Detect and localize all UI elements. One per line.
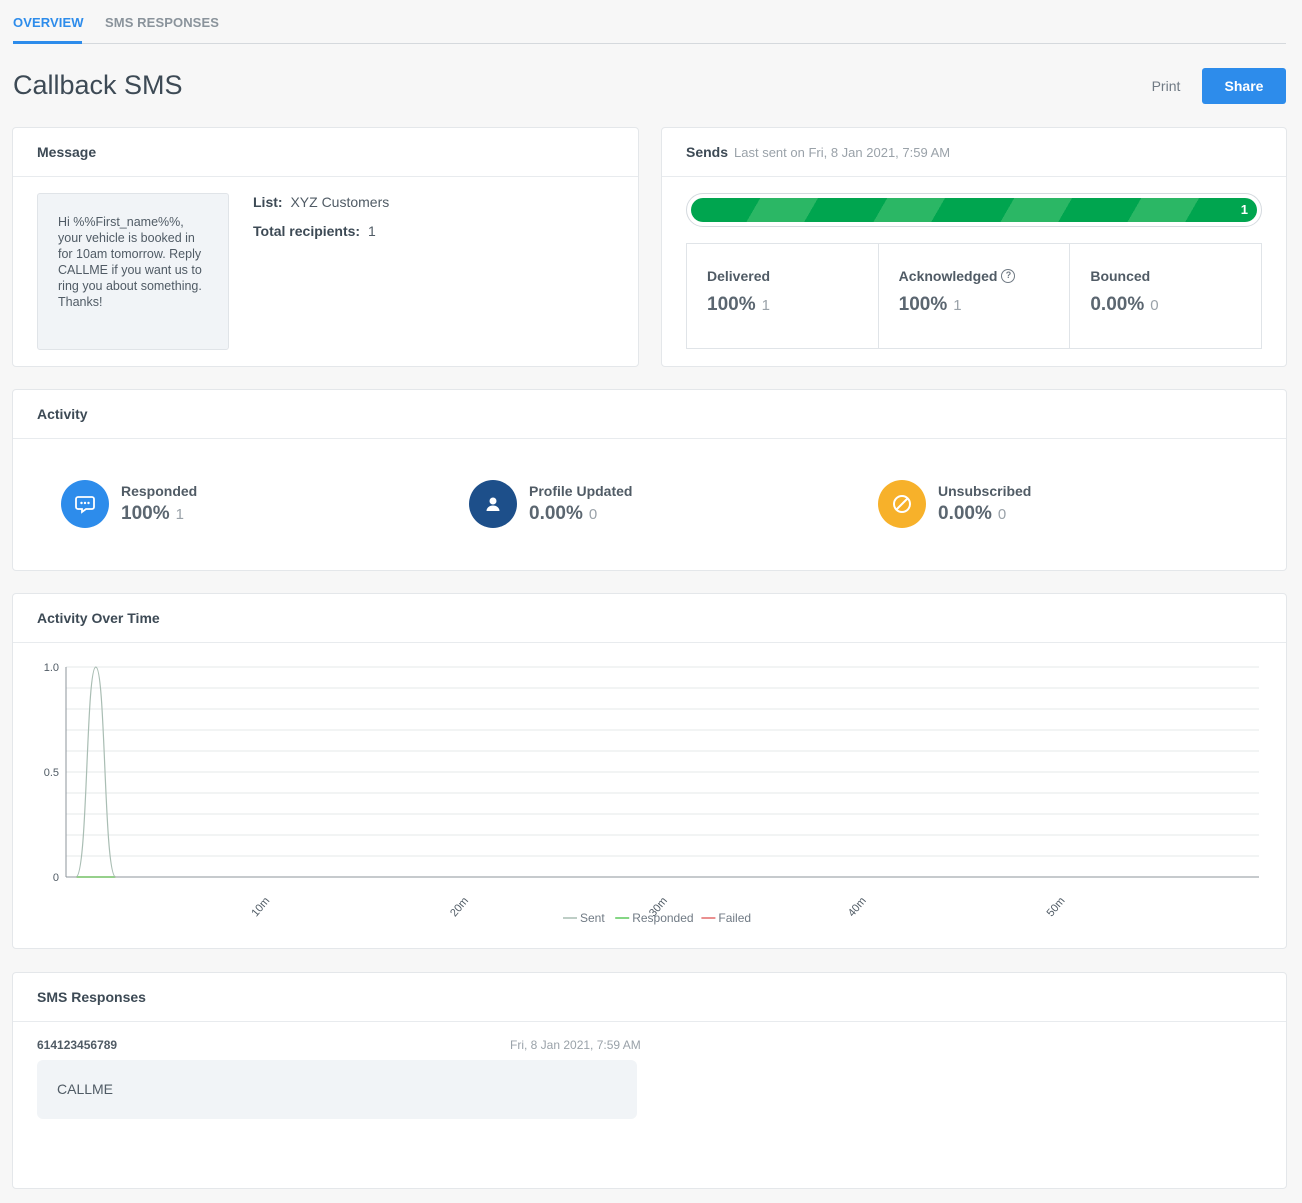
activity-label: Responded: [121, 483, 198, 499]
response-timestamp: Fri, 8 Jan 2021, 7:59 AM: [510, 1038, 641, 1052]
block-icon: [878, 480, 926, 528]
legend-label: Sent: [580, 911, 605, 925]
stat-delivered: Delivered 100% 1: [687, 244, 879, 348]
activity-count: 0: [997, 506, 1007, 523]
tab-overview[interactable]: OVERVIEW: [13, 15, 84, 30]
list-value: XYZ Customers: [290, 194, 390, 210]
chat-bubble-icon: [61, 480, 109, 528]
page-title: Callback SMS: [13, 70, 183, 100]
activity-card-title: Activity: [37, 406, 88, 422]
sends-card-header: Sends Last sent on Fri, 8 Jan 2021, 7:59 …: [662, 128, 1286, 177]
stat-label: Bounced: [1090, 268, 1151, 284]
activity-over-time-title: Activity Over Time: [37, 610, 160, 626]
recipients-row: Total recipients: 1: [253, 223, 376, 239]
tab-sms-responses[interactable]: SMS RESPONSES: [105, 15, 219, 30]
last-sent-text: Last sent on Fri, 8 Jan 2021, 7:59 AM: [734, 145, 951, 160]
sends-card-title: Sends: [686, 144, 729, 160]
message-card: Message Hi %%First_name%%, your vehicle …: [12, 127, 639, 367]
stat-label: Acknowledged: [898, 268, 998, 284]
person-icon: [469, 480, 517, 528]
legend-label: Failed: [718, 911, 751, 925]
message-card-title: Message: [37, 144, 97, 160]
activity-count: 0: [588, 506, 598, 523]
stat-count: 0: [1150, 297, 1159, 314]
response-phone-number: 614123456789: [37, 1038, 118, 1052]
response-message: CALLME: [37, 1060, 637, 1119]
stat-count: 1: [953, 297, 962, 314]
stat-label: Delivered: [707, 268, 771, 284]
stat-bounced: Bounced 0.00% 0: [1070, 244, 1261, 348]
activity-card-header: Activity: [13, 390, 1286, 439]
help-icon[interactable]: ?: [1001, 269, 1016, 283]
activity-profile-updated: Profile Updated 0.00% 0: [469, 480, 632, 528]
x-tick-label: 20m: [448, 895, 471, 919]
tab-bar: OVERVIEW SMS RESPONSES: [13, 0, 1286, 44]
activity-label: Unsubscribed: [938, 483, 1032, 499]
activity-value: 100%: [121, 503, 170, 524]
print-button[interactable]: Print: [1140, 68, 1192, 104]
activity-line-chart: 1.00.5010m 20m 30m 40m 50mSent Responded Faile…: [44, 662, 1259, 925]
legend-label: Responded: [632, 911, 693, 925]
activity-over-time-card: Activity Over Time 1.0 0.5 0 10m 20m 30m 40m 50…: [12, 593, 1287, 949]
sms-responses-title: SMS Responses: [37, 989, 146, 1005]
share-button[interactable]: Share: [1202, 68, 1286, 104]
y-tick-label: 0: [53, 872, 59, 884]
send-progress-count: 1: [1240, 202, 1248, 217]
activity-card: Activity Responded 100% 1 Profile Updated…: [12, 389, 1287, 571]
activity-value: 0.00%: [938, 503, 992, 524]
stat-value: 0.00%: [1090, 294, 1145, 315]
list-row: List: XYZ Customers: [253, 194, 389, 210]
x-tick-label: 40m: [846, 895, 869, 919]
y-tick-label: 1.0: [44, 662, 59, 674]
recipients-label: Total recipients:: [253, 223, 361, 239]
activity-value: 0.00%: [529, 503, 583, 524]
sms-responses-card: SMS Responses 614123456789 Fri, 8 Jan 20…: [12, 972, 1287, 1189]
stat-count: 1: [761, 297, 770, 314]
send-progress-fill: 1: [691, 198, 1257, 222]
message-preview: Hi %%First_name%%, your vehicle is booke…: [37, 193, 229, 350]
active-tab-indicator: [13, 41, 82, 44]
y-tick-label: 0.5: [44, 767, 59, 779]
sms-responses-header: SMS Responses: [13, 973, 1286, 1022]
activity-responded: Responded 100% 1: [61, 480, 197, 528]
stat-value: 100%: [898, 294, 948, 315]
activity-label: Profile Updated: [529, 483, 633, 499]
send-stats: Delivered 100% 1 Acknowledged? 100% 1 Boun…: [686, 243, 1262, 349]
list-label: List:: [253, 194, 283, 210]
stat-acknowledged: Acknowledged? 100% 1: [879, 244, 1071, 348]
send-progress-bar: 1: [686, 193, 1262, 227]
x-tick-label: 50m: [1045, 895, 1068, 919]
activity-over-time-header: Activity Over Time: [13, 594, 1286, 643]
message-card-header: Message: [13, 128, 638, 177]
stat-value: 100%: [707, 294, 756, 315]
x-tick-label: 10m: [249, 895, 272, 919]
activity-count: 1: [175, 506, 184, 523]
recipients-value: 1: [367, 223, 376, 239]
sends-card: Sends Last sent on Fri, 8 Jan 2021, 7:59 …: [661, 127, 1287, 367]
activity-unsubscribed: Unsubscribed 0.00% 0: [878, 480, 1031, 528]
